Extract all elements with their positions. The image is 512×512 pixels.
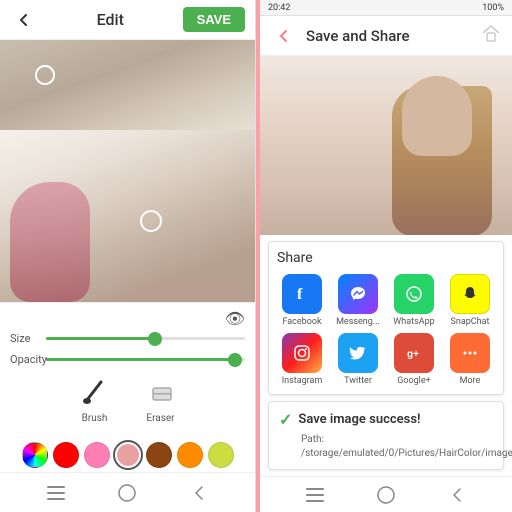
googleplus-label: Google+ — [397, 376, 431, 386]
hair-pink-area — [10, 182, 90, 302]
svg-text:f: f — [297, 286, 303, 303]
size-thumb[interactable] — [148, 332, 162, 346]
opacity-slider[interactable] — [46, 358, 245, 361]
person-silhouette — [260, 56, 512, 235]
success-section: ✓ Save image success! Path: /storage/emu… — [268, 401, 504, 470]
color-swatch-orange[interactable] — [177, 442, 203, 468]
edit-title: Edit — [38, 10, 183, 29]
right-bottom-nav — [260, 476, 512, 512]
right-header: Save and Share — [260, 16, 512, 56]
twitter-icon — [338, 333, 378, 373]
path-value: /storage/emulated/0/Pictures/HairColor/i… — [301, 448, 512, 459]
left-bottom-nav — [0, 472, 255, 512]
snapchat-label: SnapChat — [451, 317, 490, 327]
tools-row: Brush Eraser — [10, 374, 245, 424]
color-swatch-pink[interactable] — [84, 442, 110, 468]
opacity-label: Opacity — [10, 353, 40, 366]
facebook-label: Facebook — [282, 317, 321, 327]
brush-tool[interactable]: Brush — [77, 374, 113, 424]
thumbnail-image — [0, 40, 255, 130]
share-facebook[interactable]: f Facebook — [277, 274, 327, 327]
share-grid: f Facebook Messeng... WhatsApp — [277, 274, 495, 386]
size-fill — [46, 337, 155, 340]
whatsapp-icon — [394, 274, 434, 314]
brush-icon — [77, 374, 113, 410]
share-snapchat[interactable]: SnapChat — [445, 274, 495, 327]
colors-row — [0, 438, 255, 472]
right-panel: 20:42 100% Save and Share Share f Facebo… — [256, 0, 512, 512]
back-button[interactable] — [10, 6, 38, 34]
right-menu-icon[interactable] — [305, 485, 325, 505]
save-button[interactable]: SAVE — [183, 7, 245, 32]
share-googleplus[interactable]: g+ Google+ — [389, 333, 439, 386]
eye-icon[interactable]: 👁 — [225, 309, 245, 328]
snapchat-icon — [450, 274, 490, 314]
right-back-nav-icon[interactable] — [447, 485, 467, 505]
whatsapp-label: WhatsApp — [393, 317, 434, 327]
googleplus-icon: g+ — [394, 333, 434, 373]
status-time: 20:42 — [268, 3, 290, 13]
path-label: Path: — [301, 434, 324, 445]
share-instagram[interactable]: Instagram — [277, 333, 327, 386]
eye-icon-row: 👁 — [10, 309, 245, 328]
size-slider[interactable] — [46, 337, 245, 340]
share-messenger[interactable]: Messeng... — [333, 274, 383, 327]
messenger-icon — [338, 274, 378, 314]
share-more[interactable]: More — [445, 333, 495, 386]
brush-label: Brush — [82, 413, 108, 424]
share-whatsapp[interactable]: WhatsApp — [389, 274, 439, 327]
rainbow-color-swatch[interactable] — [22, 442, 48, 468]
status-bar: 20:42 100% — [260, 0, 512, 16]
eraser-tool[interactable]: Eraser — [143, 374, 179, 424]
size-slider-row: Size — [10, 332, 245, 345]
right-back-button[interactable] — [270, 22, 298, 50]
color-swatch-lime[interactable] — [208, 442, 234, 468]
success-path: Path: /storage/emulated/0/Pictures/HairC… — [301, 433, 493, 461]
brush-indicator — [35, 65, 55, 85]
status-battery: 100% — [482, 3, 504, 13]
facebook-icon: f — [282, 274, 322, 314]
svg-text:g+: g+ — [407, 349, 419, 360]
left-header: Edit SAVE — [0, 0, 255, 40]
left-panel: Edit SAVE 👁 Size Opacity — [0, 0, 256, 512]
opacity-thumb[interactable] — [228, 353, 242, 367]
more-icon — [450, 333, 490, 373]
back-nav-icon[interactable] — [189, 483, 209, 503]
eraser-icon — [143, 374, 179, 410]
messenger-label: Messeng... — [336, 317, 380, 327]
hair-figure — [0, 130, 255, 302]
opacity-fill — [46, 358, 235, 361]
share-twitter[interactable]: Twitter — [333, 333, 383, 386]
check-icon: ✓ — [279, 410, 292, 429]
success-header: ✓ Save image success! — [279, 410, 493, 429]
color-swatch-red[interactable] — [53, 442, 79, 468]
right-image-preview — [260, 56, 512, 235]
share-title: Share — [277, 250, 495, 266]
home-circle-icon[interactable] — [117, 483, 137, 503]
tools-section: 👁 Size Opacity — [0, 302, 255, 438]
instagram-label: Instagram — [282, 376, 323, 386]
main-image-preview — [0, 130, 255, 302]
instagram-icon — [282, 333, 322, 373]
success-title: Save image success! — [298, 412, 420, 427]
twitter-label: Twitter — [344, 376, 372, 386]
home-icon[interactable] — [480, 22, 502, 49]
more-label: More — [460, 376, 481, 386]
right-panel-title: Save and Share — [306, 27, 472, 45]
person-head — [402, 76, 472, 156]
size-label: Size — [10, 332, 40, 345]
share-section: Share f Facebook Messeng... WhatsApp — [268, 241, 504, 395]
opacity-slider-row: Opacity — [10, 353, 245, 366]
color-swatch-brown[interactable] — [146, 442, 172, 468]
right-home-circle-icon[interactable] — [376, 485, 396, 505]
menu-icon[interactable] — [46, 483, 66, 503]
eraser-label: Eraser — [146, 413, 174, 424]
brush-indicator-2 — [140, 210, 162, 232]
color-swatch-peach[interactable] — [115, 442, 141, 468]
